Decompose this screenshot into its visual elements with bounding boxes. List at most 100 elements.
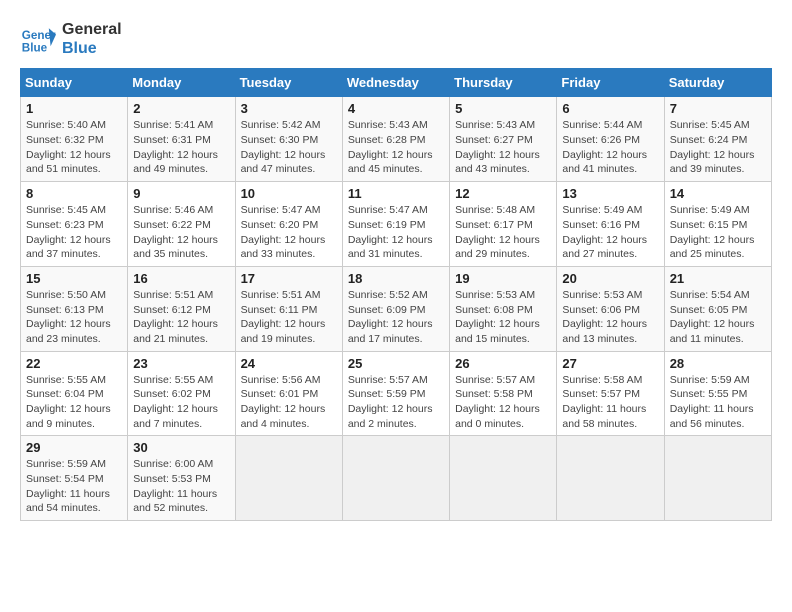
day-detail: Sunrise: 5:55 AMSunset: 6:02 PMDaylight:…	[133, 374, 218, 430]
weekday-header: Wednesday	[342, 69, 449, 97]
day-number: 27	[562, 356, 658, 371]
day-number: 25	[348, 356, 444, 371]
day-number: 1	[26, 101, 122, 116]
logo-general: General	[62, 20, 122, 39]
calendar-cell: 18 Sunrise: 5:52 AMSunset: 6:09 PMDaylig…	[342, 266, 449, 351]
day-detail: Sunrise: 5:42 AMSunset: 6:30 PMDaylight:…	[241, 119, 326, 175]
day-detail: Sunrise: 5:43 AMSunset: 6:28 PMDaylight:…	[348, 119, 433, 175]
day-detail: Sunrise: 5:46 AMSunset: 6:22 PMDaylight:…	[133, 204, 218, 260]
day-number: 24	[241, 356, 337, 371]
weekday-header: Tuesday	[235, 69, 342, 97]
calendar-cell: 7 Sunrise: 5:45 AMSunset: 6:24 PMDayligh…	[664, 97, 771, 182]
day-detail: Sunrise: 5:40 AMSunset: 6:32 PMDaylight:…	[26, 119, 111, 175]
day-number: 10	[241, 186, 337, 201]
weekday-header: Monday	[128, 69, 235, 97]
day-detail: Sunrise: 5:49 AMSunset: 6:15 PMDaylight:…	[670, 204, 755, 260]
calendar-cell: 5 Sunrise: 5:43 AMSunset: 6:27 PMDayligh…	[450, 97, 557, 182]
calendar-cell: 10 Sunrise: 5:47 AMSunset: 6:20 PMDaylig…	[235, 182, 342, 267]
calendar-cell: 17 Sunrise: 5:51 AMSunset: 6:11 PMDaylig…	[235, 266, 342, 351]
day-number: 21	[670, 271, 766, 286]
day-detail: Sunrise: 5:48 AMSunset: 6:17 PMDaylight:…	[455, 204, 540, 260]
day-detail: Sunrise: 5:51 AMSunset: 6:11 PMDaylight:…	[241, 289, 326, 345]
day-number: 18	[348, 271, 444, 286]
calendar-cell: 4 Sunrise: 5:43 AMSunset: 6:28 PMDayligh…	[342, 97, 449, 182]
calendar-cell: 29 Sunrise: 5:59 AMSunset: 5:54 PMDaylig…	[21, 436, 128, 521]
logo-blue: Blue	[62, 39, 122, 58]
calendar-cell: 20 Sunrise: 5:53 AMSunset: 6:06 PMDaylig…	[557, 266, 664, 351]
calendar-cell: 14 Sunrise: 5:49 AMSunset: 6:15 PMDaylig…	[664, 182, 771, 267]
day-number: 11	[348, 186, 444, 201]
day-number: 22	[26, 356, 122, 371]
weekday-header: Thursday	[450, 69, 557, 97]
day-detail: Sunrise: 5:51 AMSunset: 6:12 PMDaylight:…	[133, 289, 218, 345]
day-detail: Sunrise: 5:57 AMSunset: 5:59 PMDaylight:…	[348, 374, 433, 430]
calendar-cell: 21 Sunrise: 5:54 AMSunset: 6:05 PMDaylig…	[664, 266, 771, 351]
day-detail: Sunrise: 5:45 AMSunset: 6:24 PMDaylight:…	[670, 119, 755, 175]
day-detail: Sunrise: 5:47 AMSunset: 6:20 PMDaylight:…	[241, 204, 326, 260]
day-detail: Sunrise: 5:41 AMSunset: 6:31 PMDaylight:…	[133, 119, 218, 175]
day-detail: Sunrise: 5:52 AMSunset: 6:09 PMDaylight:…	[348, 289, 433, 345]
calendar-cell: 25 Sunrise: 5:57 AMSunset: 5:59 PMDaylig…	[342, 351, 449, 436]
day-detail: Sunrise: 5:50 AMSunset: 6:13 PMDaylight:…	[26, 289, 111, 345]
day-detail: Sunrise: 5:43 AMSunset: 6:27 PMDaylight:…	[455, 119, 540, 175]
day-detail: Sunrise: 5:58 AMSunset: 5:57 PMDaylight:…	[562, 374, 646, 430]
day-number: 4	[348, 101, 444, 116]
day-number: 29	[26, 440, 122, 455]
calendar-cell: 23 Sunrise: 5:55 AMSunset: 6:02 PMDaylig…	[128, 351, 235, 436]
weekday-header: Sunday	[21, 69, 128, 97]
day-number: 8	[26, 186, 122, 201]
day-number: 13	[562, 186, 658, 201]
day-detail: Sunrise: 5:49 AMSunset: 6:16 PMDaylight:…	[562, 204, 647, 260]
day-detail: Sunrise: 5:56 AMSunset: 6:01 PMDaylight:…	[241, 374, 326, 430]
header: General Blue General Blue	[20, 20, 772, 58]
day-detail: Sunrise: 5:53 AMSunset: 6:06 PMDaylight:…	[562, 289, 647, 345]
calendar-cell: 22 Sunrise: 5:55 AMSunset: 6:04 PMDaylig…	[21, 351, 128, 436]
calendar-week: 8 Sunrise: 5:45 AMSunset: 6:23 PMDayligh…	[21, 182, 772, 267]
day-number: 20	[562, 271, 658, 286]
calendar-cell: 6 Sunrise: 5:44 AMSunset: 6:26 PMDayligh…	[557, 97, 664, 182]
day-number: 5	[455, 101, 551, 116]
calendar-cell	[450, 436, 557, 521]
day-number: 12	[455, 186, 551, 201]
day-number: 19	[455, 271, 551, 286]
day-detail: Sunrise: 5:53 AMSunset: 6:08 PMDaylight:…	[455, 289, 540, 345]
calendar-cell: 8 Sunrise: 5:45 AMSunset: 6:23 PMDayligh…	[21, 182, 128, 267]
svg-text:Blue: Blue	[22, 42, 48, 55]
calendar-cell: 9 Sunrise: 5:46 AMSunset: 6:22 PMDayligh…	[128, 182, 235, 267]
calendar-cell: 28 Sunrise: 5:59 AMSunset: 5:55 PMDaylig…	[664, 351, 771, 436]
calendar-cell: 2 Sunrise: 5:41 AMSunset: 6:31 PMDayligh…	[128, 97, 235, 182]
day-number: 23	[133, 356, 229, 371]
logo-icon: General Blue	[20, 21, 56, 57]
calendar-week: 22 Sunrise: 5:55 AMSunset: 6:04 PMDaylig…	[21, 351, 772, 436]
weekday-header: Friday	[557, 69, 664, 97]
logo: General Blue General Blue	[20, 20, 122, 58]
weekday-header: Saturday	[664, 69, 771, 97]
day-number: 14	[670, 186, 766, 201]
calendar-cell	[664, 436, 771, 521]
day-number: 7	[670, 101, 766, 116]
calendar-header: SundayMondayTuesdayWednesdayThursdayFrid…	[21, 69, 772, 97]
calendar-cell: 24 Sunrise: 5:56 AMSunset: 6:01 PMDaylig…	[235, 351, 342, 436]
day-number: 30	[133, 440, 229, 455]
calendar-cell: 11 Sunrise: 5:47 AMSunset: 6:19 PMDaylig…	[342, 182, 449, 267]
calendar-cell	[342, 436, 449, 521]
calendar-cell: 19 Sunrise: 5:53 AMSunset: 6:08 PMDaylig…	[450, 266, 557, 351]
day-detail: Sunrise: 5:59 AMSunset: 5:55 PMDaylight:…	[670, 374, 754, 430]
day-number: 16	[133, 271, 229, 286]
day-number: 15	[26, 271, 122, 286]
calendar-cell	[557, 436, 664, 521]
calendar-cell: 30 Sunrise: 6:00 AMSunset: 5:53 PMDaylig…	[128, 436, 235, 521]
day-detail: Sunrise: 5:45 AMSunset: 6:23 PMDaylight:…	[26, 204, 111, 260]
calendar-table: SundayMondayTuesdayWednesdayThursdayFrid…	[20, 68, 772, 521]
day-number: 26	[455, 356, 551, 371]
day-number: 28	[670, 356, 766, 371]
day-number: 3	[241, 101, 337, 116]
day-detail: Sunrise: 5:54 AMSunset: 6:05 PMDaylight:…	[670, 289, 755, 345]
calendar-cell: 12 Sunrise: 5:48 AMSunset: 6:17 PMDaylig…	[450, 182, 557, 267]
day-detail: Sunrise: 5:44 AMSunset: 6:26 PMDaylight:…	[562, 119, 647, 175]
day-number: 2	[133, 101, 229, 116]
calendar-week: 1 Sunrise: 5:40 AMSunset: 6:32 PMDayligh…	[21, 97, 772, 182]
day-number: 6	[562, 101, 658, 116]
day-detail: Sunrise: 5:59 AMSunset: 5:54 PMDaylight:…	[26, 458, 110, 514]
calendar-cell: 1 Sunrise: 5:40 AMSunset: 6:32 PMDayligh…	[21, 97, 128, 182]
